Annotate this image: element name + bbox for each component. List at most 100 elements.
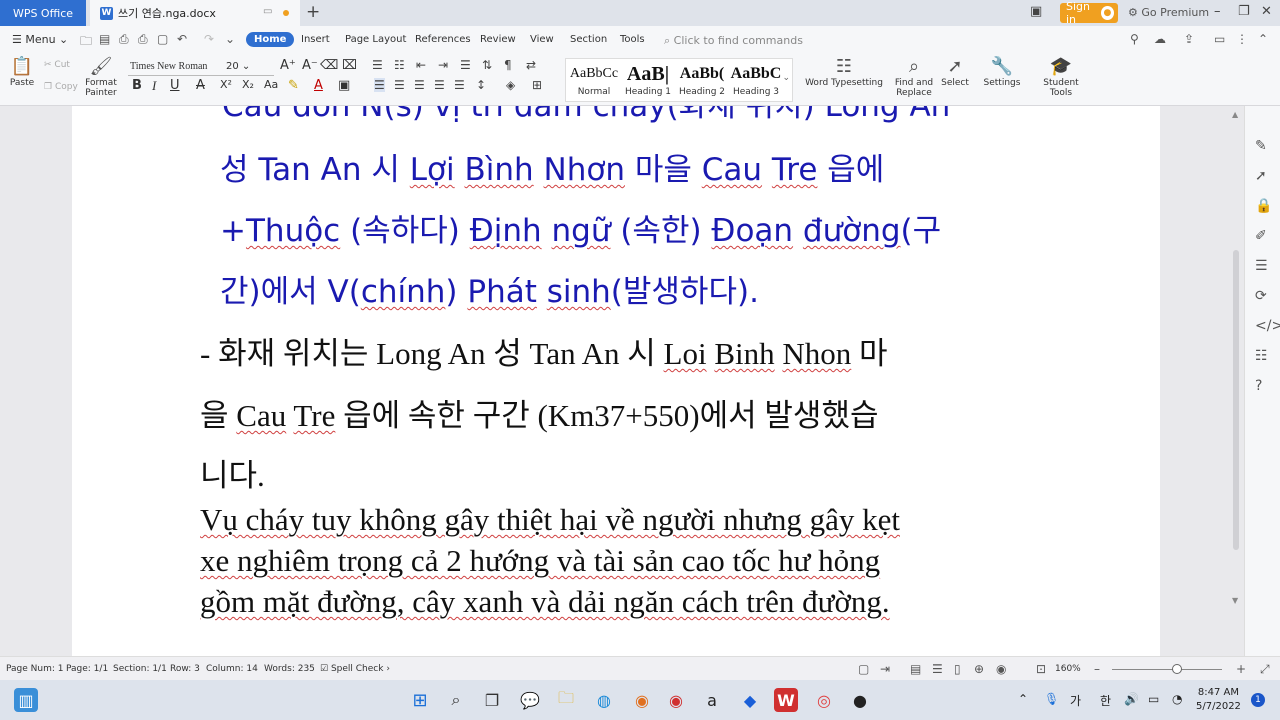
fit-page-icon[interactable]: ⊡ xyxy=(1036,662,1046,676)
page-view-icon[interactable]: ▤ xyxy=(910,662,921,676)
scroll-up-icon[interactable]: ▲ xyxy=(1232,110,1238,119)
dropbox-icon[interactable]: ◆ xyxy=(738,688,762,712)
decrease-font-icon[interactable]: A⁻ xyxy=(302,58,318,73)
backup-icon[interactable]: ⟳ xyxy=(1255,288,1267,304)
multilevel-list-icon[interactable]: ☰ xyxy=(460,58,471,72)
bullets-icon[interactable]: ☰ xyxy=(372,58,383,72)
lock-icon[interactable]: 🔒 xyxy=(1255,198,1272,214)
select-cursor-icon[interactable]: ➚ xyxy=(1255,168,1267,184)
strikethrough-button[interactable]: A xyxy=(196,78,205,93)
zoom-in-button[interactable]: + xyxy=(1236,662,1246,676)
comment-icon[interactable]: ▭ xyxy=(1214,32,1225,46)
sign-in-button[interactable]: Sign in ● xyxy=(1060,0,1118,26)
adjust-icon[interactable]: ☰ xyxy=(1255,258,1268,274)
find-commands-input[interactable]: ⌕ Click to find commands xyxy=(664,34,803,48)
tray-overflow-icon[interactable]: ⌃ xyxy=(1018,692,1028,706)
scroll-thumb[interactable] xyxy=(1233,250,1239,550)
eye-protection-icon[interactable]: ◉ xyxy=(996,662,1006,676)
paste-button[interactable]: 📋 Paste xyxy=(8,56,36,88)
new-tab-button[interactable]: + xyxy=(306,2,320,22)
tab-insert[interactable]: Insert xyxy=(301,34,330,45)
zoom-slider[interactable] xyxy=(1112,669,1222,670)
sort-icon[interactable]: ⇅ xyxy=(482,58,492,72)
chrome-icon[interactable]: ◎ xyxy=(812,688,836,712)
decrease-indent-icon[interactable]: ⇤ xyxy=(416,58,426,72)
styles-more-icon[interactable]: ⌄ xyxy=(782,73,790,83)
close-button[interactable]: ✕ xyxy=(1261,4,1272,19)
collapse-ribbon-icon[interactable]: ⌃ xyxy=(1258,32,1268,46)
ime-mode-indicator[interactable]: 한 xyxy=(1100,692,1111,709)
firefox-dev-icon[interactable]: ◉ xyxy=(664,688,688,712)
tab-section[interactable]: Section xyxy=(570,34,607,45)
char-border-button[interactable]: ▣ xyxy=(338,78,350,93)
increase-indent-icon[interactable]: ⇥ xyxy=(438,58,448,72)
collaborate-icon[interactable]: ⚲ xyxy=(1130,32,1139,46)
font-color-button[interactable]: A xyxy=(314,78,323,93)
wps-office-tab[interactable]: WPS Office xyxy=(0,0,86,26)
font-size-select[interactable]: 20 ⌄ xyxy=(222,59,274,76)
speaker-icon[interactable]: 🔊 xyxy=(1124,692,1139,706)
notification-badge[interactable]: 1 xyxy=(1251,693,1265,707)
protect-icon[interactable]: ▢ xyxy=(858,662,869,676)
fullscreen-icon[interactable]: ⤢ xyxy=(1260,662,1270,677)
task-view-icon[interactable]: ❐ xyxy=(480,688,504,712)
align-center-icon[interactable]: ☰ xyxy=(394,78,405,92)
layout-icon[interactable]: ▣ xyxy=(1030,4,1042,19)
document-page[interactable]: Cấu đơn N(s) vị trí đám cháy(화재 위치) Long… xyxy=(72,106,1160,656)
cloud-icon[interactable]: ☁ xyxy=(1154,32,1166,46)
edit-pen-icon[interactable]: ✎ xyxy=(1255,138,1267,154)
file-explorer-icon[interactable]: 🗀 xyxy=(554,688,578,712)
shading-icon[interactable]: ◈ xyxy=(506,78,515,92)
align-right-icon[interactable]: ☰ xyxy=(414,78,425,92)
vertical-scrollbar[interactable]: ▲ ▼ xyxy=(1230,110,1242,656)
share-icon[interactable]: ⇪ xyxy=(1184,32,1194,46)
outline-view-icon[interactable]: ☰ xyxy=(932,662,943,676)
justify-icon[interactable]: ☰ xyxy=(434,78,445,92)
distributed-icon[interactable]: ☰ xyxy=(454,78,465,92)
main-menu-button[interactable]: ☰ Menu ⌄ xyxy=(12,33,68,46)
help-icon[interactable]: ? xyxy=(1255,378,1262,394)
network-icon[interactable]: ◔ xyxy=(1172,692,1182,706)
style-heading-2[interactable]: AaBb( Heading 2 xyxy=(674,61,730,97)
reading-view-icon[interactable]: ▯ xyxy=(954,662,961,676)
style-heading-1[interactable]: AaB| Heading 1 xyxy=(620,61,676,97)
firefox-icon[interactable]: ◉ xyxy=(630,688,654,712)
superscript-button[interactable]: X² xyxy=(220,78,232,91)
list-panel-icon[interactable]: ☷ xyxy=(1255,348,1268,364)
cut-button[interactable]: ✂ Cut xyxy=(44,60,70,70)
wps-writer-icon[interactable]: W xyxy=(774,688,798,712)
amazon-icon[interactable]: a xyxy=(700,688,724,712)
underline-button[interactable]: U xyxy=(170,78,180,93)
print-icon[interactable]: ⎙ xyxy=(138,32,148,47)
student-tools-button[interactable]: 🎓 Student Tools xyxy=(1032,56,1090,98)
output-icon[interactable]: ⇥ xyxy=(880,662,890,676)
borders-icon[interactable]: ⊞ xyxy=(532,78,542,92)
microphone-icon[interactable]: 🎙 xyxy=(1044,692,1059,706)
clear-format-icon[interactable]: ⌫ xyxy=(320,58,338,73)
more-icon[interactable]: ⋮ xyxy=(1236,32,1248,46)
system-clock[interactable]: 8:47 AM 5/7/2022 xyxy=(1196,686,1241,714)
edge-browser-icon[interactable]: ◍ xyxy=(592,688,616,712)
zoom-slider-knob[interactable] xyxy=(1172,664,1182,674)
subscript-button[interactable]: X₂ xyxy=(242,78,254,91)
scroll-down-icon[interactable]: ▼ xyxy=(1232,596,1238,605)
ime-hangul-indicator[interactable]: 가 xyxy=(1070,692,1081,709)
italic-button[interactable]: I xyxy=(152,78,156,94)
bold-button[interactable]: B xyxy=(132,78,142,93)
style-heading-3[interactable]: AaBbC Heading 3 xyxy=(728,61,784,97)
status-words[interactable]: Words: 235 xyxy=(264,664,315,674)
save-icon[interactable]: ▤ xyxy=(99,32,110,46)
go-premium-button[interactable]: ⚙ Go Premium xyxy=(1128,6,1209,19)
highlight-button[interactable]: ✎ xyxy=(288,78,299,93)
minimize-button[interactable]: – xyxy=(1214,4,1221,19)
style-normal[interactable]: AaBbCc Normal xyxy=(566,61,622,97)
undo-icon[interactable]: ↶ xyxy=(177,32,187,46)
tab-references[interactable]: References xyxy=(415,34,471,45)
code-icon[interactable]: </> xyxy=(1255,318,1280,334)
steam-icon[interactable]: ● xyxy=(848,688,872,712)
windows-start-icon[interactable]: ⊞ xyxy=(408,688,432,712)
search-taskbar-icon[interactable]: ⌕ xyxy=(444,688,468,712)
phonetic-icon[interactable]: ⌧ xyxy=(342,58,357,73)
find-replace-button[interactable]: ⌕ Find and Replace xyxy=(892,56,936,98)
show-marks-icon[interactable]: ¶ xyxy=(504,58,512,72)
